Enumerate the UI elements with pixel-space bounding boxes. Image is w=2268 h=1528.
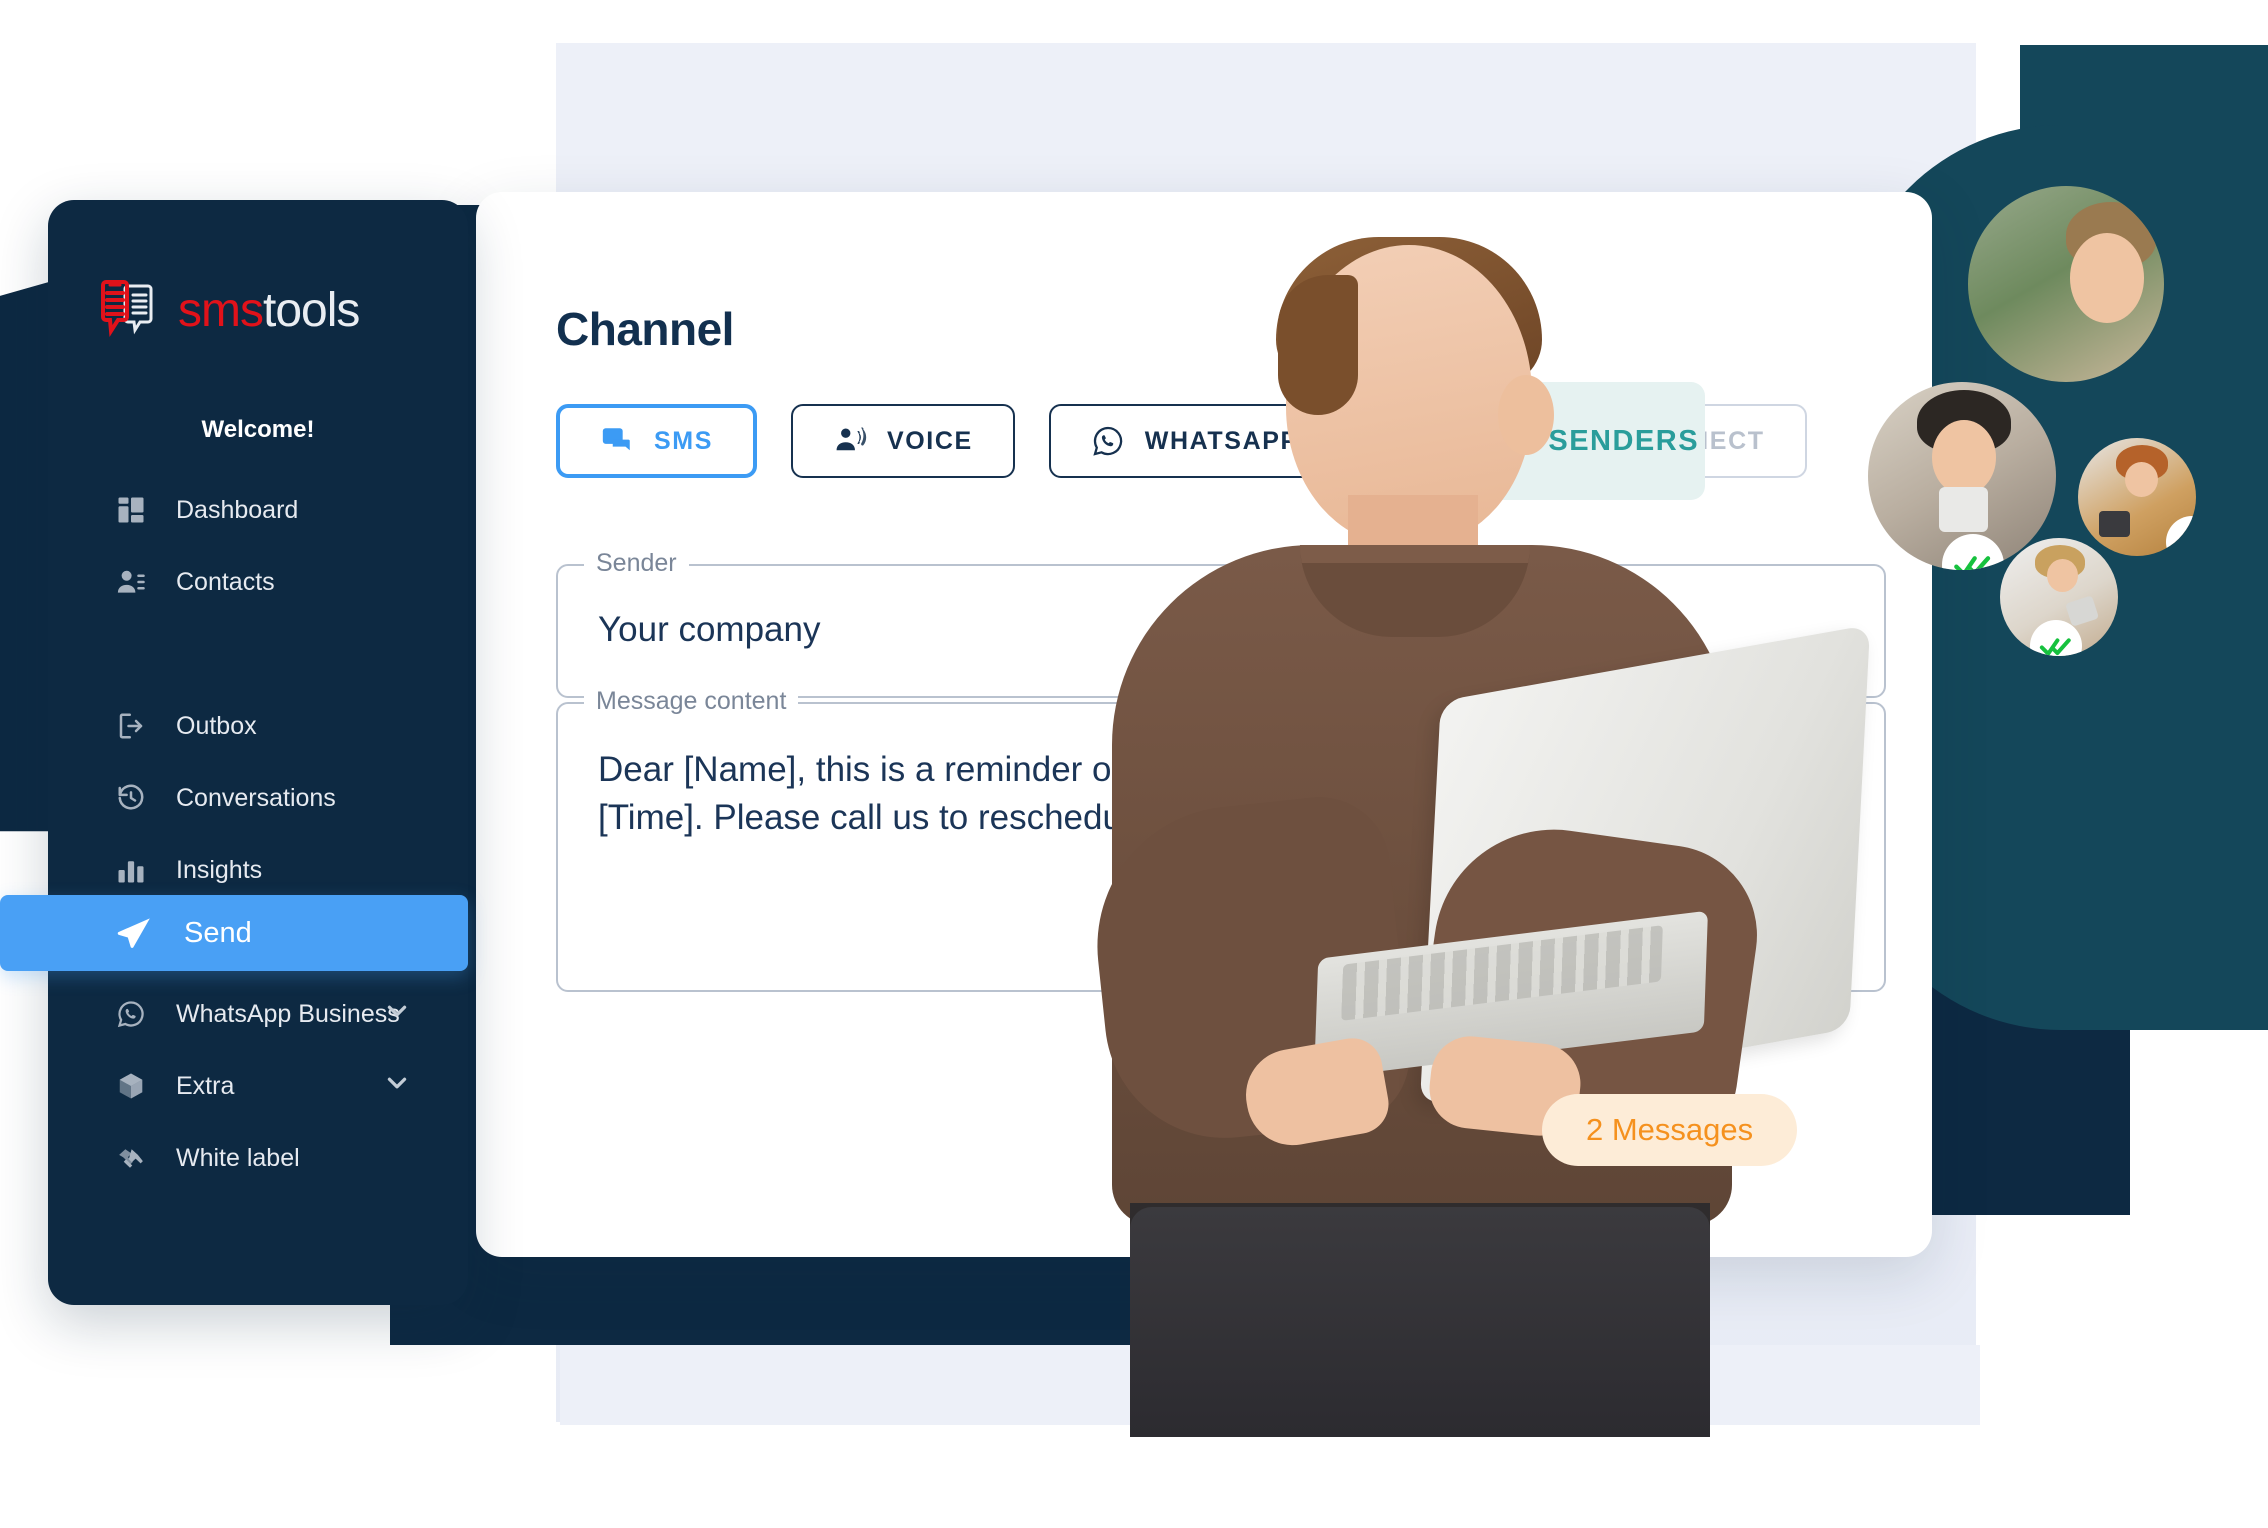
handshake-icon <box>114 1141 148 1175</box>
whatsapp-icon <box>114 997 148 1031</box>
contacts-person-icon <box>114 565 148 599</box>
package-box-icon <box>114 1069 148 1103</box>
tab-voice-label: VOICE <box>886 426 973 455</box>
messages-count-badge: 2 Messages <box>1542 1094 1798 1166</box>
sidebar-item-label: White label <box>176 1143 300 1172</box>
sidebar-item-send[interactable]: Send <box>0 895 468 971</box>
tab-sms[interactable]: SMS <box>556 404 757 478</box>
avatar-cluster <box>1840 170 2268 740</box>
sender-field-legend: Sender <box>584 549 689 578</box>
send-paper-plane-icon <box>114 913 154 953</box>
tab-voice[interactable]: VOICE <box>790 404 1015 478</box>
avatar-person-1 <box>1968 186 2164 382</box>
brand-logo-sms: sms <box>178 284 264 337</box>
sidebar-nav: Dashboard Contacts Outbox Conversations … <box>48 474 468 1194</box>
sidebar-item-outbox[interactable]: Outbox <box>48 690 468 762</box>
voice-person-icon <box>833 424 867 458</box>
sidebar-item-conversations[interactable]: Conversations <box>48 762 468 834</box>
dashboard-grid-icon <box>114 493 148 527</box>
screenshot-stage: Channel SMS VOICE WHATSAPP Sender Your c… <box>0 0 2268 1528</box>
chat-bubble-icon <box>600 424 634 458</box>
avatar-face <box>1931 419 1996 495</box>
sidebar-item-label: Dashboard <box>176 495 299 524</box>
person-jeans <box>1130 1207 1710 1437</box>
welcome-label: Welcome! <box>201 416 315 443</box>
sidebar-item-extra[interactable]: Extra <box>48 1050 468 1122</box>
person-ear <box>1498 375 1554 455</box>
sidebar-item-dashboard[interactable]: Dashboard <box>48 474 468 546</box>
sidebar-item-white-label[interactable]: White label <box>48 1122 468 1194</box>
avatar-face <box>2125 461 2159 497</box>
sidebar-item-send-slot <box>48 618 468 690</box>
avatar-person-4 <box>2000 538 2118 656</box>
sidebar-item-contacts[interactable]: Contacts <box>48 546 468 618</box>
avatar-face <box>2047 559 2078 593</box>
avatar-face <box>2069 233 2145 324</box>
page-title: Channel <box>556 303 734 355</box>
bar-chart-icon <box>114 853 148 887</box>
hero-person-with-laptop-image <box>1000 237 1960 1437</box>
chat-bubble-phone-icon <box>98 276 162 346</box>
chevron-down-icon[interactable] <box>384 998 410 1031</box>
sidebar-item-label: Extra <box>176 1071 235 1100</box>
avatar-phone <box>2099 511 2130 538</box>
person-hair-side <box>1278 275 1358 415</box>
avatar-phone <box>2065 595 2100 627</box>
avatar-phone <box>1939 487 1989 533</box>
avatar-photo <box>1968 186 2164 382</box>
chevron-down-icon[interactable] <box>384 1070 410 1103</box>
sidebar-item-whatsapp-business[interactable]: WhatsApp Business <box>48 978 468 1050</box>
sender-field-value: Your company <box>598 610 821 649</box>
sidebar-item-label: WhatsApp Business <box>176 999 400 1028</box>
history-clock-icon <box>114 781 148 815</box>
sidebar-item-label: Conversations <box>176 783 336 812</box>
sidebar-item-label: Outbox <box>176 711 257 740</box>
tab-sms-label: SMS <box>654 426 713 455</box>
sidebar-item-label: Contacts <box>176 567 275 596</box>
sidebar: smstools Welcome! Dashboard Contacts Out… <box>0 200 468 1305</box>
outbox-export-icon <box>114 709 148 743</box>
sidebar-item-label: Insights <box>176 855 263 884</box>
brand-logo-text: smstools <box>178 284 360 337</box>
message-content-legend: Message content <box>584 687 799 716</box>
sidebar-item-label: Send <box>184 916 252 949</box>
brand-logo[interactable]: smstools <box>48 200 468 346</box>
brand-logo-tools: tools <box>262 284 360 337</box>
